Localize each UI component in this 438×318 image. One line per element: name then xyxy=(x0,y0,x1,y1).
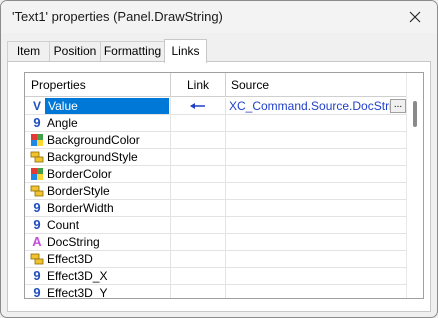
source-cell[interactable] xyxy=(226,217,407,233)
tab-formatting[interactable]: Formatting xyxy=(100,41,165,62)
property-name: Value xyxy=(45,98,169,114)
table-row[interactable]: 9 Effect3D_Y xyxy=(25,285,407,299)
color-icon xyxy=(30,167,44,181)
link-cell[interactable] xyxy=(171,200,226,216)
link-cell[interactable] xyxy=(171,285,226,298)
property-name: BackgroundStyle xyxy=(47,150,138,164)
scrollbar-thumb[interactable] xyxy=(413,101,417,127)
property-cell[interactable]: 9 Effect3D_Y xyxy=(25,285,171,299)
property-cell[interactable]: Effect3D xyxy=(25,251,171,267)
numeric-icon: 9 xyxy=(33,268,41,283)
table-row[interactable]: 9 Effect3D_X xyxy=(25,268,407,285)
table-row[interactable]: A DocString xyxy=(25,234,407,251)
column-header-properties[interactable]: Properties xyxy=(25,73,171,97)
tab-item[interactable]: Item xyxy=(7,41,50,62)
property-name: Effect3D_Y xyxy=(47,286,108,299)
properties-dialog: 'Text1' properties (Panel.DrawString) It… xyxy=(0,0,438,318)
numeric-icon: 9 xyxy=(33,285,41,299)
source-cell[interactable] xyxy=(226,183,407,199)
source-cell[interactable] xyxy=(226,200,407,216)
link-cell[interactable] xyxy=(171,268,226,284)
property-cell[interactable]: BackgroundStyle xyxy=(25,149,171,165)
source-cell[interactable] xyxy=(226,285,407,298)
property-name: Count xyxy=(47,218,80,232)
numeric-icon: 9 xyxy=(33,217,41,232)
link-cell[interactable] xyxy=(171,132,226,148)
property-name: BorderColor xyxy=(47,167,112,181)
table-row[interactable]: Effect3D xyxy=(25,251,407,268)
table-row[interactable]: 9 Count xyxy=(25,217,407,234)
table-row[interactable]: BackgroundStyle xyxy=(25,149,407,166)
property-cell[interactable]: A DocString xyxy=(25,234,171,250)
link-cell[interactable] xyxy=(171,149,226,165)
property-name: BorderStyle xyxy=(47,184,110,198)
close-button[interactable] xyxy=(393,1,437,33)
property-name: BorderWidth xyxy=(47,201,114,215)
property-name: Effect3D_X xyxy=(47,269,108,283)
browse-source-button[interactable]: ... xyxy=(390,99,406,113)
links-tab-panel: Properties Link Source V Value XC_Command.… xyxy=(7,61,431,312)
text-icon: A xyxy=(32,234,42,249)
property-cell[interactable]: BorderStyle xyxy=(25,183,171,199)
source-cell[interactable] xyxy=(226,115,407,131)
style-icon xyxy=(30,184,44,198)
link-cell[interactable] xyxy=(171,166,226,182)
column-header-source[interactable]: Source xyxy=(226,73,407,97)
table-row[interactable]: BorderStyle xyxy=(25,183,407,200)
property-cell[interactable]: BackgroundColor xyxy=(25,132,171,148)
table-row[interactable]: 9 BorderWidth xyxy=(25,200,407,217)
tab-position[interactable]: Position xyxy=(49,41,101,62)
tab-links[interactable]: Links xyxy=(164,39,207,63)
property-cell[interactable]: 9 Count xyxy=(25,217,171,233)
numeric-icon: 9 xyxy=(33,115,41,130)
source-path: XC_Command.Source.DocString xyxy=(229,99,406,113)
window-title: 'Text1' properties (Panel.DrawString) xyxy=(12,9,223,24)
title-bar: 'Text1' properties (Panel.DrawString) xyxy=(1,1,437,33)
value-icon: V xyxy=(32,99,41,113)
property-name: Effect3D xyxy=(47,252,93,266)
link-cell[interactable] xyxy=(171,98,226,114)
table-row[interactable]: 9 Angle xyxy=(25,115,407,132)
link-cell[interactable] xyxy=(171,183,226,199)
property-name: Angle xyxy=(47,116,78,130)
property-cell[interactable]: 9 Angle xyxy=(25,115,171,131)
style-icon xyxy=(30,150,44,164)
vertical-scrollbar[interactable] xyxy=(406,73,423,298)
source-cell[interactable] xyxy=(226,268,407,284)
property-cell[interactable]: 9 Effect3D_X xyxy=(25,268,171,284)
column-header-link[interactable]: Link xyxy=(171,73,226,97)
property-cell[interactable]: BorderColor xyxy=(25,166,171,182)
link-arrow-icon xyxy=(190,103,205,109)
source-cell[interactable] xyxy=(226,149,407,165)
source-cell[interactable]: XC_Command.Source.DocString... xyxy=(226,98,407,114)
link-cell[interactable] xyxy=(171,217,226,233)
property-cell[interactable]: 9 BorderWidth xyxy=(25,200,171,216)
source-cell[interactable] xyxy=(226,132,407,148)
source-cell[interactable] xyxy=(226,166,407,182)
close-icon xyxy=(409,11,421,23)
property-name: BackgroundColor xyxy=(47,133,140,147)
property-name: DocString xyxy=(47,235,100,249)
source-cell[interactable] xyxy=(226,234,407,250)
link-cell[interactable] xyxy=(171,251,226,267)
link-cell[interactable] xyxy=(171,115,226,131)
table-row[interactable]: BackgroundColor xyxy=(25,132,407,149)
property-cell[interactable]: V Value xyxy=(25,98,171,114)
style-icon xyxy=(30,252,44,266)
color-icon xyxy=(30,133,44,147)
link-cell[interactable] xyxy=(171,234,226,250)
numeric-icon: 9 xyxy=(33,200,41,215)
table-row[interactable]: V Value XC_Command.Source.DocString... xyxy=(25,98,407,115)
links-grid: Properties Link Source V Value XC_Command.… xyxy=(24,72,424,299)
source-cell[interactable] xyxy=(226,251,407,267)
table-row[interactable]: BorderColor xyxy=(25,166,407,183)
